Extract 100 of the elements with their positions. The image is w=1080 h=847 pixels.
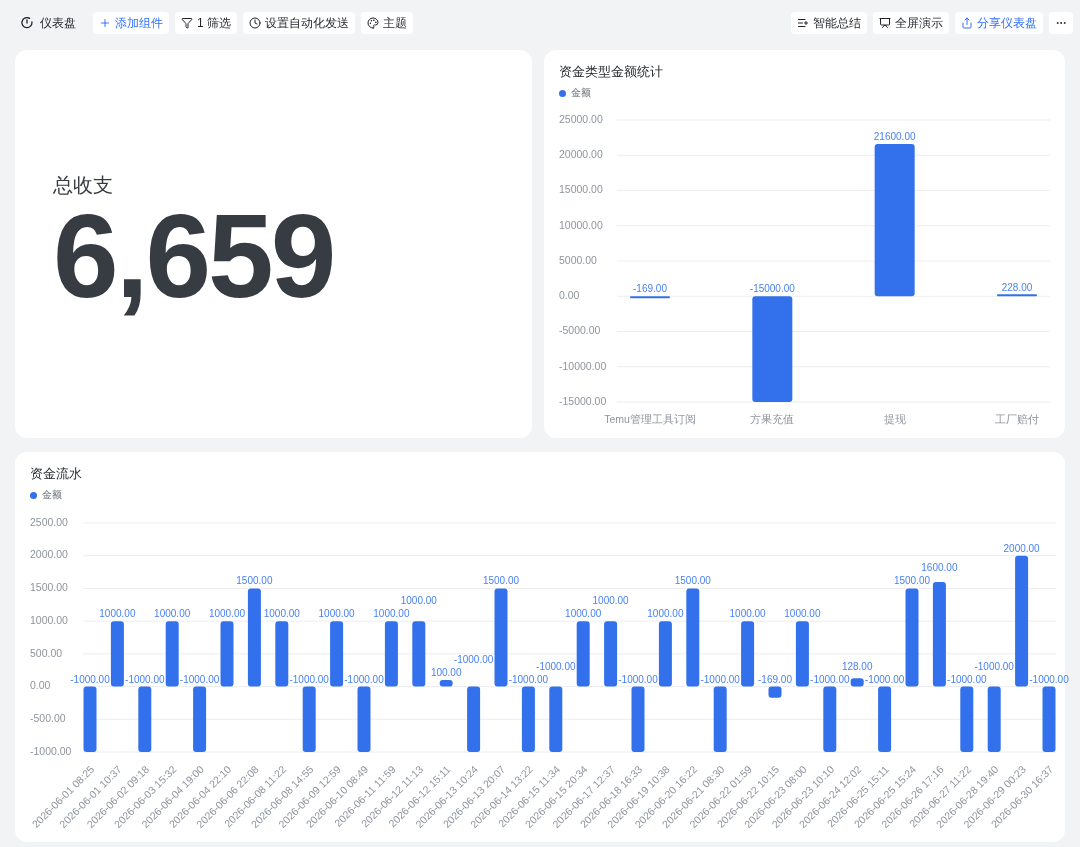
y-axis-label: -5000.00 [559,324,601,337]
chart-bar [357,686,371,752]
chart-bar [549,686,563,752]
data-label: -1000.00 [618,673,658,685]
y-axis-label: -500.00 [30,712,66,725]
data-label: -1000.00 [947,673,987,685]
kpi-value: 6,659 [53,197,334,315]
legend-label: 金额 [571,88,591,98]
data-label: -1000.00 [974,660,1014,672]
x-axis-label: Temu管理工具订阅 [604,413,696,425]
chart-bar [768,686,782,698]
data-label: -1000.00 [70,673,110,685]
chart-bar [330,621,344,687]
data-label: -1000.00 [700,673,740,685]
data-label: 1000.00 [208,608,246,620]
filter-button[interactable]: 1 筛选 [175,12,237,34]
chart-bar [997,294,1037,297]
chart-bar [960,686,974,752]
share-button[interactable]: 分享仪表盘 [955,12,1043,34]
y-axis-label: -10000.00 [559,359,607,372]
chart-bar [138,686,152,752]
clock-icon [249,17,261,29]
data-label: 1000.00 [647,608,684,620]
data-label: -1000.00 [864,673,905,685]
data-label: 1000.00 [729,608,766,620]
y-axis-label: 1500.00 [30,581,68,594]
data-label: 1000.00 [99,608,136,620]
data-label: 1500.00 [893,575,931,587]
chart-bar [576,621,590,687]
data-label: -1000.00 [508,673,549,685]
legend-label: 金额 [42,490,62,500]
chart-bar [987,686,1001,752]
chart-bar [193,686,207,752]
y-axis-label: -15000.00 [559,394,607,407]
y-axis-label: 25000.00 [559,112,603,125]
data-label: 100.00 [430,667,462,679]
chart-bar [521,686,535,752]
data-label: 1500.00 [482,575,520,587]
chart-bar [165,621,179,687]
chart-bar [384,621,398,687]
y-axis-label: 0.00 [559,289,580,302]
add-widget-button[interactable]: 添加组件 [93,12,169,34]
chart-bar [878,686,892,752]
chart-bar [220,621,234,687]
kpi-label: 总收支 [53,173,113,197]
summary-button[interactable]: 智能总结 [791,12,867,34]
data-label: 21600.00 [873,130,916,142]
data-label: 1000.00 [154,608,191,620]
chart-bar [412,621,426,687]
data-label: 1500.00 [236,575,273,587]
y-axis-label: 1000.00 [30,613,68,626]
x-axis-label: 工厂赔付 [995,413,1039,425]
chart-bar [631,686,645,752]
chart-bar [850,678,864,687]
chart-bar [630,296,670,299]
data-label: 1500.00 [674,575,711,587]
chart-bar [110,621,124,687]
share-icon [961,17,973,29]
x-axis-label: 方果充值 [750,413,795,425]
filter-icon [181,17,193,29]
chart-bar [795,621,809,687]
data-label: 128.00 [841,660,873,672]
auto-send-button[interactable]: 设置自动化发送 [243,12,355,34]
data-label: -1000.00 [810,673,850,685]
data-label: 1000.00 [592,595,629,607]
y-axis-label: 2500.00 [30,515,68,528]
data-label: 1000.00 [784,608,821,620]
chart-bar [275,621,289,687]
chart-bar [823,686,837,752]
chart-bar [83,686,97,752]
dial-icon [21,17,33,29]
fullscreen-button[interactable]: 全屏演示 [873,12,949,34]
chart-bar [1042,686,1056,752]
data-label: 1600.00 [921,562,958,574]
data-label: 228.00 [1001,281,1033,293]
theme-button[interactable]: 主题 [361,12,413,34]
y-axis-label: 10000.00 [559,218,603,231]
data-label: -1000.00 [344,673,384,685]
data-label: -1000.00 [179,673,220,685]
chart-bar [439,680,453,687]
y-axis-label: 2000.00 [30,548,68,561]
data-label: 1000.00 [263,608,300,620]
presentation-icon [879,17,891,29]
y-axis-label: -1000.00 [30,744,72,757]
y-axis-label: 5000.00 [559,253,597,266]
chart-bar [658,621,672,687]
x-axis-label: 提现 [883,413,906,425]
y-axis-label: 20000.00 [559,148,603,161]
chart-bar [467,686,481,752]
chart-title: 资金流水 [30,465,82,483]
data-label: -169.00 [633,283,667,295]
y-axis-label: 15000.00 [559,183,603,196]
y-axis-label: 500.00 [30,646,63,659]
more-button[interactable] [1049,12,1073,34]
data-label: 2000.00 [1003,542,1040,554]
palette-icon [367,17,379,29]
chart-title: 资金类型金额统计 [559,63,663,81]
data-label: 1000.00 [373,608,410,620]
data-label: 1000.00 [565,608,602,620]
data-label: -1000.00 [289,673,329,685]
